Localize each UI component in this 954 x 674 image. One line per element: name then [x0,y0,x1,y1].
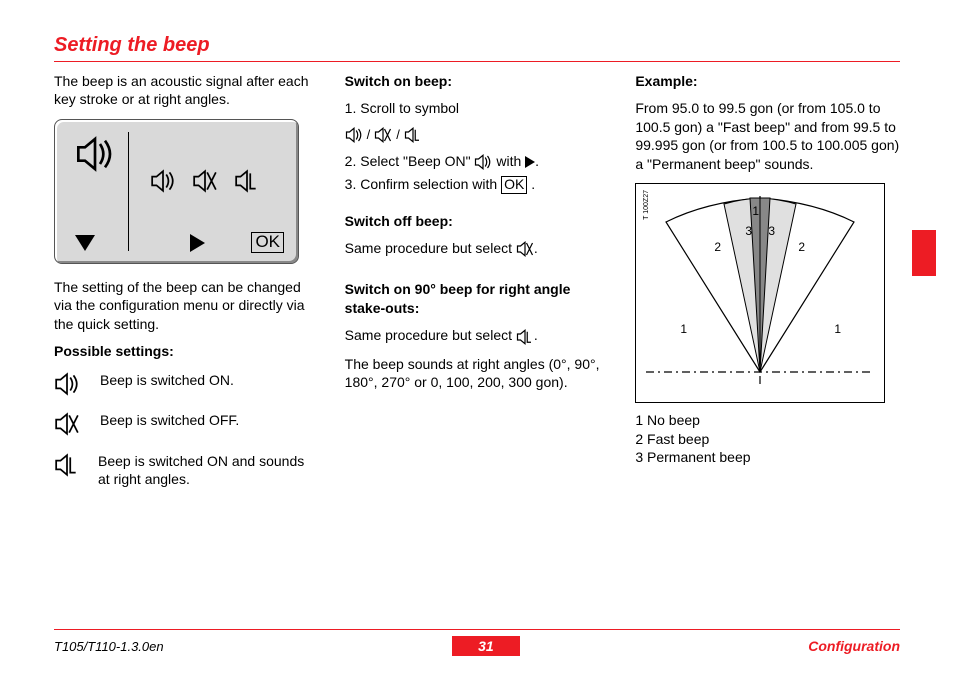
column-1: The beep is an acoustic signal after eac… [54,72,319,489]
example-heading: Example: [635,72,900,90]
beep-zone-diagram: T 100Z27 1 3 [635,183,885,403]
diag-label-3: 3 [745,224,752,240]
right-angle-heading: Switch on 90° beep for right angle stake… [345,280,610,317]
diag-label-1: 1 [680,322,687,338]
speaker-on-icon [54,371,82,401]
speaker-90-icon [516,328,534,346]
setting-text: Beep is switched ON and sounds at right … [98,452,319,489]
switch-off-heading: Switch off beep: [345,212,610,230]
footer-doc-id: T105/T110-1.3.0en [54,639,164,654]
diag-label-3: 3 [768,224,775,240]
speaker-on-icon [345,126,363,144]
right-angle-text: Same procedure but select . [345,326,610,345]
step-1: 1. Scroll to symbol [345,99,610,117]
side-tab [912,230,936,276]
column-2: Switch on beep: 1. Scroll to symbol / / … [345,72,610,489]
legend-item: 3 Permanent beep [635,448,900,466]
example-text: From 95.0 to 99.5 gon (or from 105.0 to … [635,99,900,173]
footer-page-number: 31 [452,636,520,656]
step-3: 3. Confirm selection with OK . [345,175,610,193]
speaker-off-icon [516,240,534,258]
device-screen: OK [54,119,299,264]
speaker-on-icon [474,153,492,171]
setting-text: Beep is switched OFF. [100,411,239,429]
legend-item: 2 Fast beep [635,430,900,448]
diag-label-2: 2 [714,240,721,256]
right-arrow-icon [190,234,205,252]
legend-item: 1 No beep [635,411,900,429]
footer: T105/T110-1.3.0en 31 Configuration [54,636,900,656]
diag-label-1: 1 [752,204,759,220]
possible-settings-heading: Possible settings: [54,342,319,360]
step-1-icons: / / [345,126,422,144]
speaker-off-icon [192,168,218,198]
right-angle-extra: The beep sounds at right angles (0°, 90°… [345,355,610,392]
speaker-90-icon [54,452,80,482]
speaker-on-icon [150,168,176,198]
intro-text: The beep is an acoustic signal after eac… [54,72,319,109]
step-2: 2. Select "Beep ON" with . [345,152,610,171]
speaker-90-icon [234,168,260,198]
diagram-legend: 1 No beep 2 Fast beep 3 Permanent beep [635,411,900,466]
footer-section: Configuration [808,638,900,654]
diag-label-1: 1 [834,322,841,338]
speaker-off-icon [54,411,82,441]
diag-label-2: 2 [798,240,805,256]
switch-off-text: Same procedure but select . [345,239,610,258]
setting-text: Beep is switched ON. [100,371,234,389]
switch-on-heading: Switch on beep: [345,72,610,90]
title-rule [54,61,900,62]
speaker-90-icon [404,126,422,144]
footer-rule [54,629,900,630]
down-arrow-icon [75,235,95,251]
right-arrow-icon [525,156,535,168]
speaker-on-icon [75,134,115,174]
ok-button-icon: OK [501,176,527,193]
speaker-off-icon [374,126,392,144]
page-title: Setting the beep [54,34,900,57]
ok-button-icon: OK [251,232,284,253]
after-screen-text: The setting of the beep can be changed v… [54,278,319,333]
column-3: Example: From 95.0 to 99.5 gon (or from … [635,72,900,489]
